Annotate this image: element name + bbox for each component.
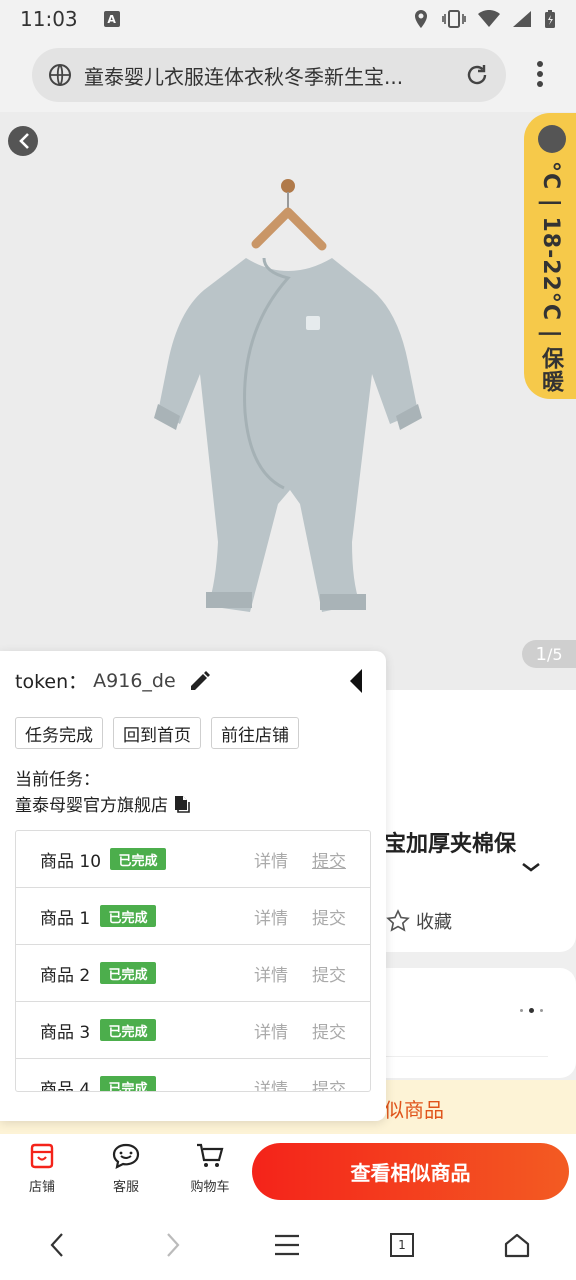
submit-link[interactable]: 提交	[312, 1075, 346, 1092]
status-badge: 已完成	[100, 1076, 156, 1091]
back-home-button[interactable]: 回到首页	[113, 717, 201, 749]
status-icons	[412, 9, 556, 29]
nav-back-button[interactable]	[40, 1228, 74, 1262]
item-name: 商品 4	[40, 1079, 91, 1092]
copy-icon[interactable]	[172, 794, 192, 814]
romper-illustration	[154, 179, 422, 612]
nav-forward-button[interactable]	[156, 1228, 190, 1262]
arrow-left-icon	[50, 1233, 63, 1257]
submit-link[interactable]: 提交	[312, 961, 346, 986]
image-counter: 1/5	[522, 640, 576, 668]
status-badge: 已完成	[110, 848, 166, 870]
app-notification-icon: A	[103, 11, 120, 27]
detail-link[interactable]: 详情	[254, 961, 288, 986]
star-icon	[386, 909, 410, 932]
item-name: 商品 3	[40, 1022, 91, 1043]
list-item: 商品 2 已完成 详情 提交	[16, 945, 370, 1002]
current-task-row: 童泰母婴官方旗舰店	[15, 791, 192, 816]
detail-link[interactable]: 详情	[254, 904, 288, 929]
status-badge: 已完成	[100, 905, 156, 927]
chat-icon	[112, 1143, 140, 1169]
list-item: 商品 1 已完成 详情 提交	[16, 888, 370, 945]
item-name: 商品 1	[40, 908, 91, 929]
navigation-bar: 1	[0, 1210, 576, 1280]
chevron-down-icon[interactable]	[520, 860, 542, 874]
more-menu-icon[interactable]	[536, 60, 544, 88]
globe-icon	[49, 64, 71, 86]
token-label: token：	[15, 671, 88, 693]
product-image[interactable]	[0, 112, 576, 692]
shop-label: 店铺	[28, 1180, 55, 1195]
browser-bar: 童泰婴儿衣服连体衣秋冬季新生宝...	[0, 38, 576, 112]
page-title: 童泰婴儿衣服连体衣秋冬季新生宝...	[84, 64, 404, 89]
favorite-button[interactable]: 收藏	[386, 908, 452, 934]
status-badge: 已完成	[100, 1019, 156, 1041]
detail-link[interactable]: 详情	[254, 847, 288, 872]
divider	[384, 1056, 548, 1057]
panel-buttons: 任务完成 回到首页 前往店铺	[15, 717, 299, 749]
current-task-shop: 童泰母婴官方旗舰店	[15, 796, 168, 816]
submit-link[interactable]: 提交	[312, 847, 346, 872]
tab-count: 1	[398, 1238, 406, 1252]
list-item: 商品 10 已完成 详情 提交	[16, 831, 370, 888]
chevron-left-icon	[19, 133, 29, 149]
signal-icon	[513, 11, 531, 27]
service-label: 客服	[112, 1180, 139, 1195]
status-time: 11:03	[20, 7, 78, 31]
nav-menu-button[interactable]	[270, 1228, 304, 1262]
nav-home-button[interactable]	[500, 1228, 534, 1262]
task-panel: token： A916_de 任务完成 回到首页 前往店铺 当前任务： 童泰母婴…	[0, 651, 386, 1121]
current-task-label: 当前任务：	[15, 770, 100, 790]
task-complete-button[interactable]: 任务完成	[15, 717, 103, 749]
list-item: 商品 3 已完成 详情 提交	[16, 1002, 370, 1059]
location-icon	[415, 10, 427, 28]
temperature-label: °C | 18-22°C | 保暖	[538, 161, 563, 394]
list-item: 商品 4 已完成 详情 提交	[16, 1059, 370, 1092]
status-badge: 已完成	[100, 962, 156, 984]
nav-tabs-button[interactable]: 1	[385, 1228, 419, 1262]
submit-link[interactable]: 提交	[312, 904, 346, 929]
image-counter-total: /5	[546, 644, 563, 664]
submit-link[interactable]: 提交	[312, 1018, 346, 1043]
service-button[interactable]: 客服	[96, 1142, 156, 1195]
home-icon	[504, 1233, 530, 1258]
favorite-label: 收藏	[416, 912, 452, 933]
carousel-dots	[520, 1008, 543, 1013]
collapse-panel-icon[interactable]	[346, 667, 366, 695]
vibrate-icon	[442, 10, 466, 28]
arrow-right-icon	[167, 1233, 180, 1257]
detail-link[interactable]: 详情	[254, 1018, 288, 1043]
item-name: 商品 10	[40, 851, 102, 872]
cart-icon	[197, 1143, 224, 1167]
hamburger-icon	[275, 1234, 299, 1256]
go-to-shop-button[interactable]: 前往店铺	[211, 717, 299, 749]
shop-button[interactable]: 店铺	[12, 1142, 72, 1195]
temperature-tab[interactable]: °C | 18-22°C | 保暖	[524, 113, 576, 399]
address-bar[interactable]: 童泰婴儿衣服连体衣秋冬季新生宝...	[32, 48, 506, 102]
cart-label: 购物车	[190, 1180, 230, 1195]
status-bar: 11:03 A	[0, 0, 576, 38]
battery-icon	[545, 10, 555, 28]
token-row: token： A916_de	[15, 667, 212, 694]
bottom-action-bar: 店铺 客服 购物车 查看相似商品	[0, 1134, 576, 1210]
image-counter-current: 1	[535, 643, 547, 665]
wifi-icon	[478, 10, 500, 27]
back-button[interactable]	[8, 126, 38, 156]
similar-banner-text: 似商品	[384, 1098, 444, 1122]
item-name: 商品 2	[40, 965, 91, 986]
cart-button[interactable]: 购物车	[180, 1142, 240, 1195]
shop-icon	[30, 1143, 54, 1169]
view-similar-button[interactable]: 查看相似商品	[252, 1143, 569, 1200]
product-title-fragment: 宝加厚夹棉保	[384, 832, 517, 857]
token-value: A916_de	[93, 669, 176, 692]
reload-icon[interactable]	[464, 62, 490, 88]
thermometer-icon	[538, 125, 566, 153]
pencil-icon[interactable]	[188, 669, 212, 693]
task-item-list[interactable]: 商品 10 已完成 详情 提交 商品 1 已完成 详情 提交 商品 2 已完成 …	[15, 830, 371, 1092]
detail-link[interactable]: 详情	[254, 1075, 288, 1092]
